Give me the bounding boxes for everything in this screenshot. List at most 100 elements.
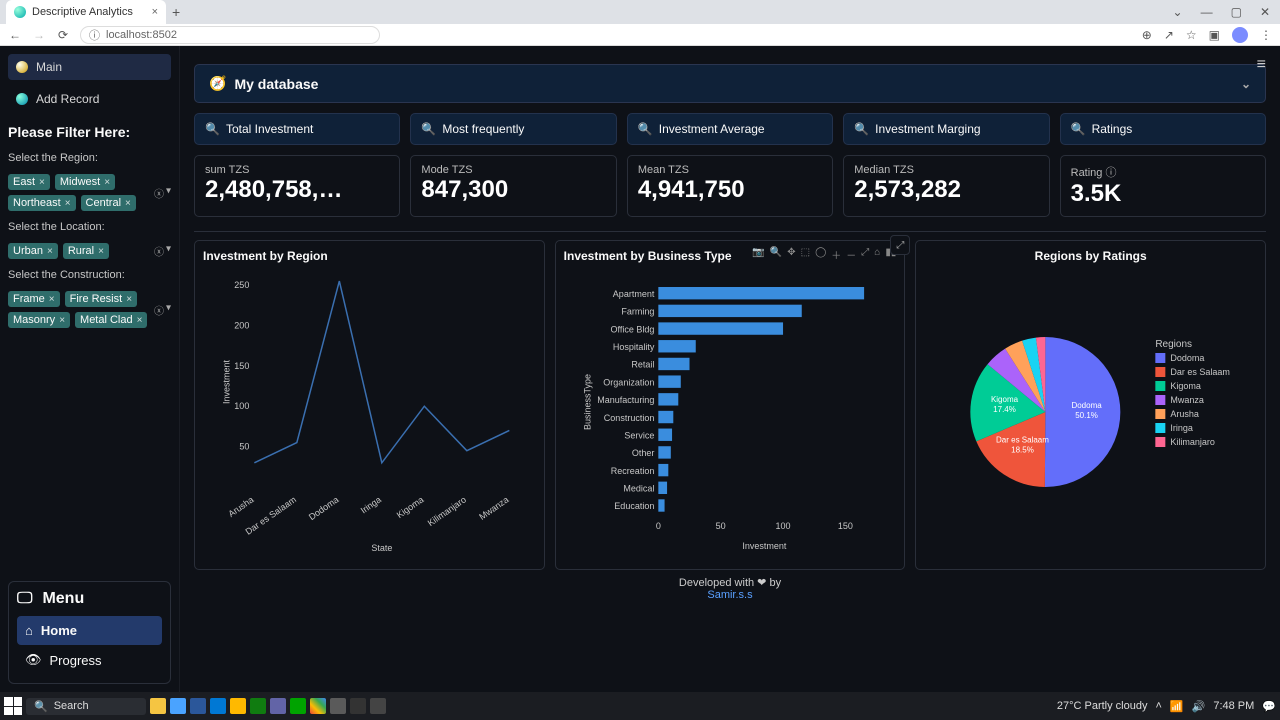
filter-chip[interactable]: Frame × (8, 291, 60, 307)
svg-text:Dodoma: Dodoma (307, 494, 341, 522)
lasso-icon[interactable]: ◯ (815, 247, 826, 262)
remove-chip-icon[interactable]: × (104, 177, 110, 188)
sidebar: Main Add Record Please Filter Here: Sele… (0, 46, 180, 692)
remove-chip-icon[interactable]: × (125, 198, 131, 209)
filter-chip[interactable]: Masonry × (8, 312, 70, 328)
clear-icon[interactable]: ⓧ (154, 185, 164, 200)
filter-chip[interactable]: East × (8, 174, 50, 190)
remove-chip-icon[interactable]: × (47, 246, 53, 257)
panel-icon[interactable]: ▣ (1209, 28, 1220, 42)
monitor-icon: 🖵 (17, 590, 32, 608)
svg-text:Arusha: Arusha (226, 494, 255, 519)
plotly-modebar[interactable]: 📷 🔍 ✥ ⬚ ◯ ＋ － ⤢ ⌂ ▮▮ (752, 247, 896, 262)
kpi-header-label: Investment Marging (875, 122, 980, 136)
taskbar-app-icon[interactable] (270, 698, 286, 714)
menu-item-home[interactable]: ⌂ Home (17, 616, 162, 645)
taskbar-app-icon[interactable] (290, 698, 306, 714)
filter-chip[interactable]: Metal Clad × (75, 312, 147, 328)
weather-widget[interactable]: 27°C Partly cloudy (1057, 700, 1148, 712)
filter-chip[interactable]: Central × (81, 195, 136, 211)
close-window-icon[interactable]: ✕ (1260, 5, 1270, 19)
taskbar-search[interactable]: 🔍 Search (26, 698, 146, 715)
back-icon[interactable]: ← (8, 28, 22, 42)
hamburger-icon[interactable]: ≡ (1257, 56, 1266, 74)
taskbar-app-icon[interactable] (370, 698, 386, 714)
new-tab-button[interactable]: + (172, 4, 180, 20)
remove-chip-icon[interactable]: × (137, 315, 143, 326)
chevron-down-icon[interactable]: ▾ (166, 244, 171, 259)
location-multiselect[interactable]: Urban × Rural × ⓧ▾ (8, 243, 171, 259)
volume-icon[interactable]: 🔊 (1192, 700, 1206, 713)
construction-multiselect[interactable]: Frame × Fire Resist × Masonry × Metal Clad … (8, 291, 171, 328)
svg-text:State: State (371, 543, 392, 553)
wifi-icon[interactable]: 📶 (1170, 700, 1184, 713)
sidebar-item-main[interactable]: Main (8, 54, 171, 80)
chevron-down-icon[interactable]: ⌄ (1173, 5, 1183, 19)
region-multiselect[interactable]: East × Midwest × Northeast × Central × ⓧ▾ (8, 174, 171, 211)
kebab-icon[interactable]: ⋮ (1260, 28, 1272, 42)
maximize-icon[interactable]: ▢ (1231, 5, 1242, 19)
notifications-icon[interactable]: 💬 (1262, 700, 1276, 713)
close-icon[interactable]: × (152, 6, 158, 18)
reload-icon[interactable]: ⟳ (56, 28, 70, 42)
taskbar-app-icon[interactable] (250, 698, 266, 714)
legend-swatch (1156, 381, 1166, 391)
zoom-icon[interactable]: 🔍 (770, 247, 782, 262)
filter-chip[interactable]: Northeast × (8, 195, 76, 211)
filter-chip[interactable]: Urban × (8, 243, 58, 259)
zoom-icon[interactable]: ⊕ (1142, 28, 1152, 42)
zoom-in-icon[interactable]: ＋ (831, 247, 841, 262)
zoom-out-icon[interactable]: － (846, 247, 856, 262)
taskbar-app-icon[interactable] (170, 698, 186, 714)
svg-text:Iringa: Iringa (359, 494, 383, 515)
chevron-down-icon[interactable]: ▾ (166, 185, 171, 200)
clear-icon[interactable]: ⓧ (154, 302, 164, 317)
svg-text:Service: Service (624, 430, 654, 440)
remove-chip-icon[interactable]: × (98, 246, 104, 257)
taskbar-app-icon[interactable] (150, 698, 166, 714)
camera-icon[interactable]: 📷 (752, 247, 764, 262)
taskbar-chrome-icon[interactable] (310, 698, 326, 714)
filter-chip[interactable]: Fire Resist × (65, 291, 137, 307)
box-select-icon[interactable]: ⬚ (801, 247, 810, 262)
sidebar-item-add-record[interactable]: Add Record (8, 86, 171, 112)
expand-icon[interactable]: ⤢ (890, 235, 910, 255)
filter-chip[interactable]: Midwest × (55, 174, 115, 190)
start-button[interactable] (4, 697, 22, 715)
remove-chip-icon[interactable]: × (65, 198, 71, 209)
star-icon[interactable]: ☆ (1186, 28, 1197, 42)
remove-chip-icon[interactable]: × (49, 294, 55, 305)
svg-text:Mwanza: Mwanza (1171, 395, 1205, 405)
remove-chip-icon[interactable]: × (126, 294, 132, 305)
autoscale-icon[interactable]: ⤢ (861, 247, 869, 262)
compass-icon (16, 61, 28, 73)
metric-card: Mode TZS847,300 (410, 155, 616, 217)
tray-chevron-icon[interactable]: ˄ (1155, 700, 1161, 712)
taskbar-app-icon[interactable] (350, 698, 366, 714)
taskbar-edge-icon[interactable] (210, 698, 226, 714)
svg-text:Dodoma: Dodoma (1072, 401, 1103, 410)
taskbar-explorer-icon[interactable] (230, 698, 246, 714)
reset-icon[interactable]: ⌂ (874, 247, 880, 262)
svg-text:50: 50 (715, 521, 725, 531)
remove-chip-icon[interactable]: × (59, 315, 65, 326)
search-icon: 🔍 (1071, 122, 1086, 136)
filter-chip[interactable]: Rural × (63, 243, 109, 259)
clear-icon[interactable]: ⓧ (154, 244, 164, 259)
taskbar-app-icon[interactable] (190, 698, 206, 714)
browser-tab[interactable]: Descriptive Analytics × (6, 0, 166, 24)
expander-my-database[interactable]: 🧭 My database ⌄ (194, 64, 1266, 103)
menu-item-progress[interactable]: 👁 Progress (17, 645, 162, 675)
share-icon[interactable]: ↗ (1164, 28, 1174, 42)
pan-icon[interactable]: ✥ (787, 247, 795, 262)
forward-icon[interactable]: → (32, 28, 46, 42)
minimize-icon[interactable]: ― (1201, 5, 1213, 19)
taskbar-app-icon[interactable] (330, 698, 346, 714)
footer-author[interactable]: Samir.s.s (707, 589, 752, 601)
remove-chip-icon[interactable]: × (39, 177, 45, 188)
profile-avatar[interactable] (1232, 27, 1248, 43)
clock[interactable]: 7:48 PM (1213, 700, 1254, 712)
chevron-down-icon[interactable]: ▾ (166, 302, 171, 317)
svg-text:Kilimanjaro: Kilimanjaro (426, 494, 468, 528)
address-bar[interactable]: ⓘ localhost:8502 (80, 26, 380, 44)
